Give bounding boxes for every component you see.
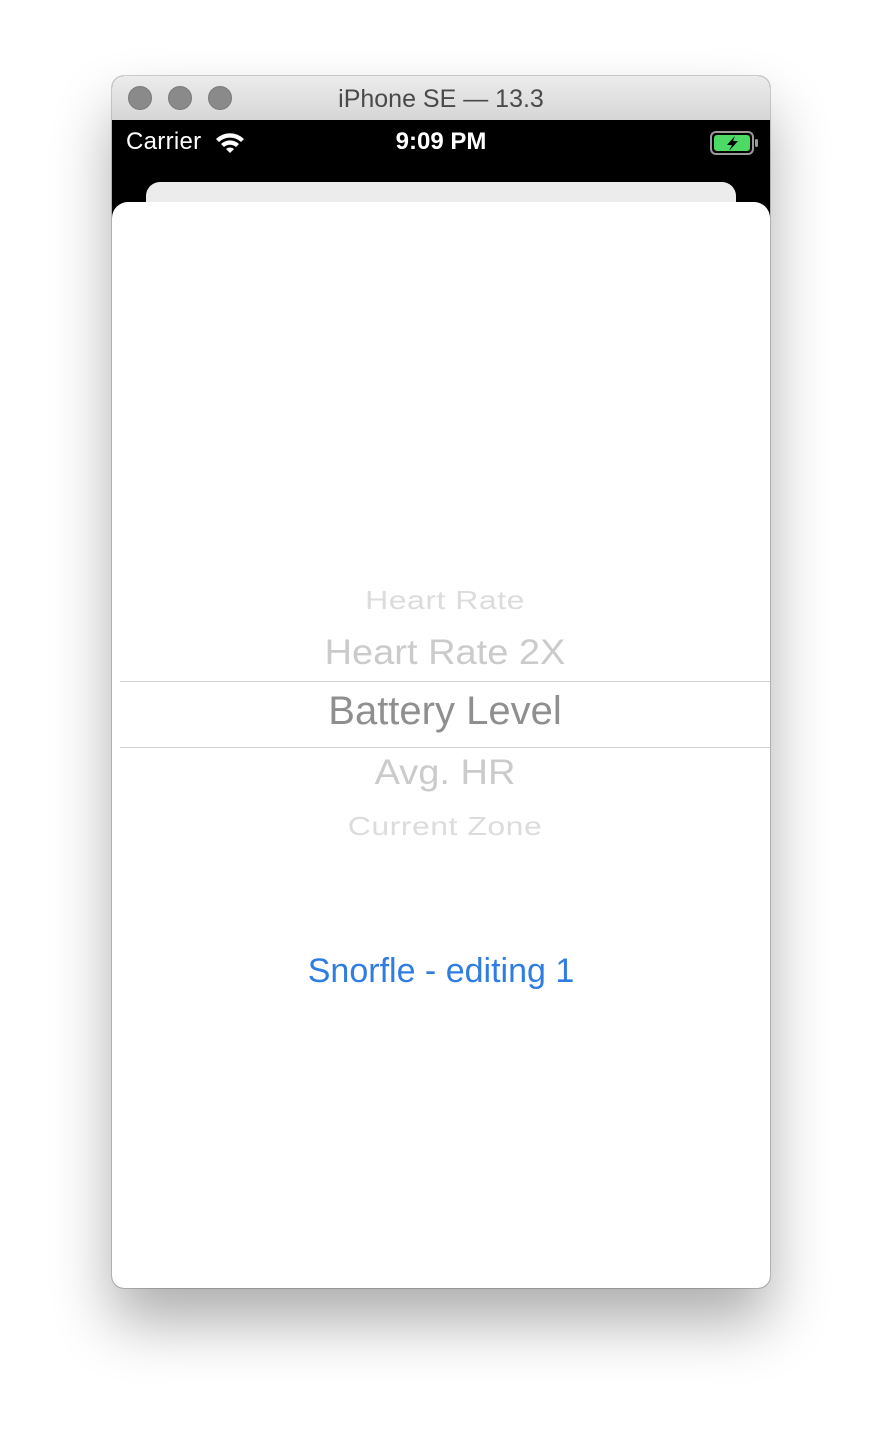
picker-option[interactable]: Heart Rate 2X (120, 634, 770, 674)
picker-selection-top-line (120, 681, 770, 682)
field-picker[interactable]: Heart Rate Heart Rate 2X Battery Level A… (120, 572, 770, 862)
picker-selection-bottom-line (120, 747, 770, 748)
battery-charging-icon (710, 131, 758, 155)
picker-option[interactable]: Current Zone (120, 811, 770, 841)
picker-selected-option[interactable]: Battery Level (120, 689, 770, 734)
picker-option[interactable]: Avg. HR (120, 754, 770, 794)
picker-option[interactable]: Heart Rate (120, 585, 770, 615)
ios-status-bar: Carrier 9:09 PM (112, 120, 770, 182)
window-title: iPhone SE — 13.3 (338, 85, 544, 113)
window-titlebar: iPhone SE — 13.3 (112, 76, 770, 121)
status-time: 9:09 PM (395, 128, 487, 155)
modal-sheet: Heart Rate Heart Rate 2X Battery Level A… (112, 202, 770, 1288)
simulator-window: iPhone SE — 13.3 Carrier 9:09 PM Heart R… (112, 76, 770, 1288)
snorfle-edit-button[interactable]: Snorfle - editing 1 (112, 952, 770, 991)
